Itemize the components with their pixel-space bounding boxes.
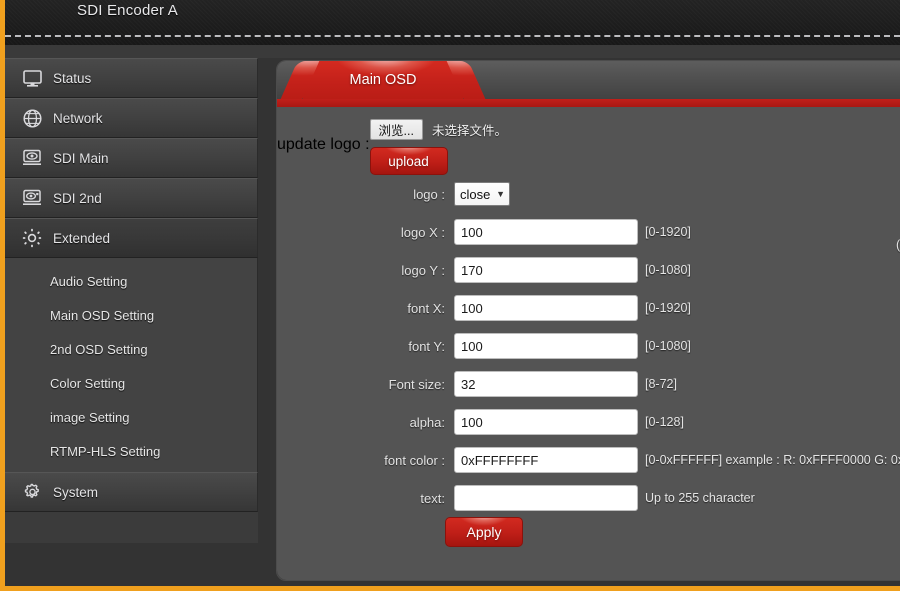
logo-y-hint: [0-1080] [645,263,691,277]
font-size-hint: [8-72] [645,377,677,391]
page-title: SDI Encoder A [77,2,178,19]
update-logo-controls: 浏览... 未选择文件。 upload [369,117,507,175]
sdi-2nd-icon [19,186,45,210]
header-divider [5,35,900,37]
monitor-icon [19,66,45,90]
font-y-row: font Y: 100 [0-1080] [277,327,900,365]
logo-x-row: logo X : 100 [0-1920] [277,213,900,251]
font-x-hint: [0-1920] [645,301,691,315]
sidebar-item-extended[interactable]: Extended [5,218,258,258]
file-status-text: 未选择文件。 [431,123,507,138]
sidebar-item-sdi-main[interactable]: SDI Main [5,138,258,178]
sidebar-item-label: System [53,484,99,500]
font-color-label: font color : [384,452,445,468]
font-color-row: font color : 0xFFFFFFFF [0-0xFFFFFF] exa… [277,441,900,479]
update-logo-note: (Main osd logo named logo.bmp , 2nd osd … [896,238,900,252]
logo-y-row: logo Y : 170 [0-1080] [277,251,900,289]
logo-y-label: logo Y : [401,262,445,278]
browse-button[interactable]: 浏览... [369,118,423,140]
font-x-input[interactable]: 100 [454,295,638,321]
sidebar-subitem-audio-setting[interactable]: Audio Setting [5,264,257,298]
text-input[interactable] [454,485,638,511]
sidebar-item-label: SDI Main [53,150,109,166]
font-size-label: Font size: [388,376,445,392]
font-y-input[interactable]: 100 [454,333,638,359]
font-y-label: font Y: [408,338,445,354]
logo-row: logo : close ▼ [277,175,900,213]
font-x-row: font X: 100 [0-1920] [277,289,900,327]
alpha-hint: [0-128] [645,415,684,429]
logo-x-input[interactable]: 100 [454,219,638,245]
main-osd-form: update logo : 浏览... 未选择文件。 upload (Main … [277,107,900,580]
alpha-label: alpha: [409,414,445,430]
logo-select[interactable]: close ▼ [454,182,510,206]
font-size-input[interactable]: 32 [454,371,638,397]
sidebar-item-network[interactable]: Network [5,98,258,138]
text-row: text: Up to 255 character [277,479,900,517]
tab-bar: Main OSD [277,61,900,107]
logo-x-hint: [0-1920] [645,225,691,239]
sidebar-item-label: SDI 2nd [53,190,102,206]
globe-icon [19,106,45,130]
sidebar-item-system[interactable]: System [5,472,258,512]
upload-button[interactable]: upload [369,147,448,175]
sidebar-item-label: Network [53,110,103,126]
font-size-row: Font size: 32 [8-72] [277,365,900,403]
tab-label: Main OSD [349,72,417,88]
sidebar-subitem-main-osd-setting[interactable]: Main OSD Setting [5,298,257,332]
font-color-input[interactable]: 0xFFFFFFFF [454,447,638,473]
sidebar-item-label: Status [53,70,92,86]
update-logo-row: update logo : 浏览... 未选择文件。 upload [277,117,900,175]
logo-x-label: logo X : [400,224,445,240]
tab-underline [277,99,900,107]
sidebar-submenu: Audio Setting Main OSD Setting 2nd OSD S… [5,258,258,472]
app-header: SDI Encoder A [5,0,900,45]
sdi-main-icon [19,146,45,170]
font-color-hint: [0-0xFFFFFF] example : R: 0xFFFF0000 G: … [645,453,900,467]
header-spacer [5,45,900,58]
sidebar-subitem-image-setting[interactable]: image Setting [5,400,257,434]
file-input-row: 浏览... 未选择文件。 [369,117,507,141]
alpha-input[interactable]: 100 [454,409,638,435]
font-x-label: font X: [407,300,445,316]
sidebar-item-label: Extended [53,230,111,246]
sidebar-subitem-rtmp-hls-setting[interactable]: RTMP-HLS Setting [5,434,257,468]
sidebar-item-status[interactable]: Status [5,58,258,98]
logo-select-value: close [460,186,491,202]
gear-icon [19,480,45,504]
text-label: text: [420,490,445,506]
sidebar: Status Network SDI Main SDI 2nd Extended… [5,58,258,543]
tab-main-osd[interactable]: Main OSD [303,61,463,99]
logo-y-input[interactable]: 170 [454,257,638,283]
sidebar-subitem-2nd-osd-setting[interactable]: 2nd OSD Setting [5,332,257,366]
settings-sun-icon [19,226,45,250]
apply-row: Apply [277,517,900,547]
update-logo-label: update logo : [277,136,370,153]
font-y-hint: [0-1080] [645,339,691,353]
sidebar-item-sdi-2nd[interactable]: SDI 2nd [5,178,258,218]
application-window: SDI Encoder A Status Network SDI Main SD… [0,0,900,591]
text-hint: Up to 255 character [645,491,755,505]
chevron-down-icon: ▼ [496,188,505,199]
sidebar-subitem-color-setting[interactable]: Color Setting [5,366,257,400]
alpha-row: alpha: 100 [0-128] [277,403,900,441]
main-panel: Main OSD update logo : 浏览... 未选择文件。 uplo… [276,60,900,581]
logo-label: logo : [413,186,445,202]
apply-button[interactable]: Apply [445,517,523,547]
